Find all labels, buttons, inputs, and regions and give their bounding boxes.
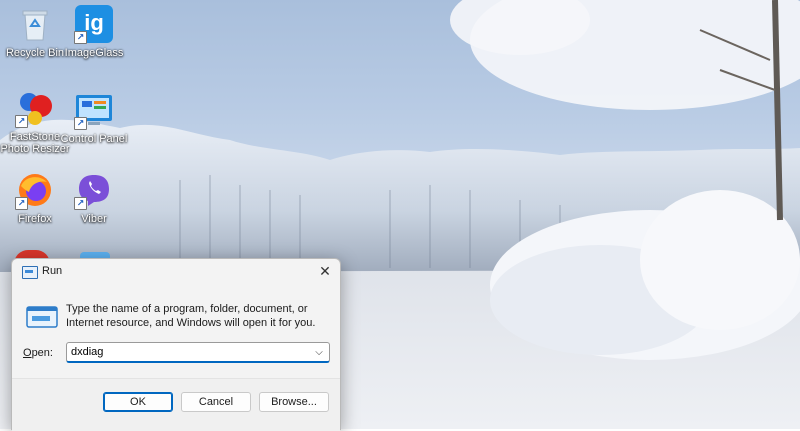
desktop-icon-imageglass[interactable]: ig ↗ ImageGlass bbox=[59, 4, 129, 59]
shortcut-arrow-icon: ↗ bbox=[74, 117, 87, 130]
dialog-title: Run bbox=[42, 265, 63, 277]
desktop-icon-label: Control Panel bbox=[60, 133, 128, 145]
desktop-icon-label: Viber bbox=[81, 213, 107, 225]
desktop-icon-control-panel[interactable]: ↗ Control Panel bbox=[59, 90, 129, 145]
recycle-bin-icon bbox=[15, 4, 55, 44]
run-dialog: Run ✕ Type the name of a program, folder… bbox=[11, 258, 341, 431]
run-app-icon bbox=[22, 266, 38, 279]
run-large-icon bbox=[26, 306, 58, 328]
shortcut-arrow-icon: ↗ bbox=[74, 31, 87, 44]
viber-icon: ↗ bbox=[74, 170, 114, 210]
firefox-icon: ↗ bbox=[15, 170, 55, 210]
close-icon: ✕ bbox=[319, 262, 331, 279]
cancel-button[interactable]: Cancel bbox=[181, 392, 251, 412]
run-description: Type the name of a program, folder, docu… bbox=[66, 303, 316, 329]
open-combobox[interactable]: ⌵ bbox=[66, 342, 330, 363]
desktop-icon-label: ImageGlass bbox=[64, 47, 124, 59]
dialog-button-bar: OK Cancel Browse... bbox=[12, 378, 340, 431]
open-input[interactable] bbox=[67, 343, 310, 361]
chevron-down-icon[interactable]: ⌵ bbox=[312, 345, 326, 359]
desktop-icon-viber[interactable]: ↗ Viber bbox=[59, 170, 129, 225]
faststone-icon: ↗ bbox=[15, 88, 55, 128]
browse-button[interactable]: Browse... bbox=[259, 392, 329, 412]
ok-button[interactable]: OK bbox=[103, 392, 173, 412]
shortcut-arrow-icon: ↗ bbox=[74, 197, 87, 210]
open-label: Open: bbox=[23, 347, 53, 359]
control-panel-icon: ↗ bbox=[74, 90, 114, 130]
title-bar[interactable]: Run ✕ bbox=[12, 259, 340, 285]
close-button[interactable]: ✕ bbox=[310, 259, 340, 283]
shortcut-arrow-icon: ↗ bbox=[15, 197, 28, 210]
shortcut-arrow-icon: ↗ bbox=[15, 115, 28, 128]
imageglass-icon: ig ↗ bbox=[74, 4, 114, 44]
